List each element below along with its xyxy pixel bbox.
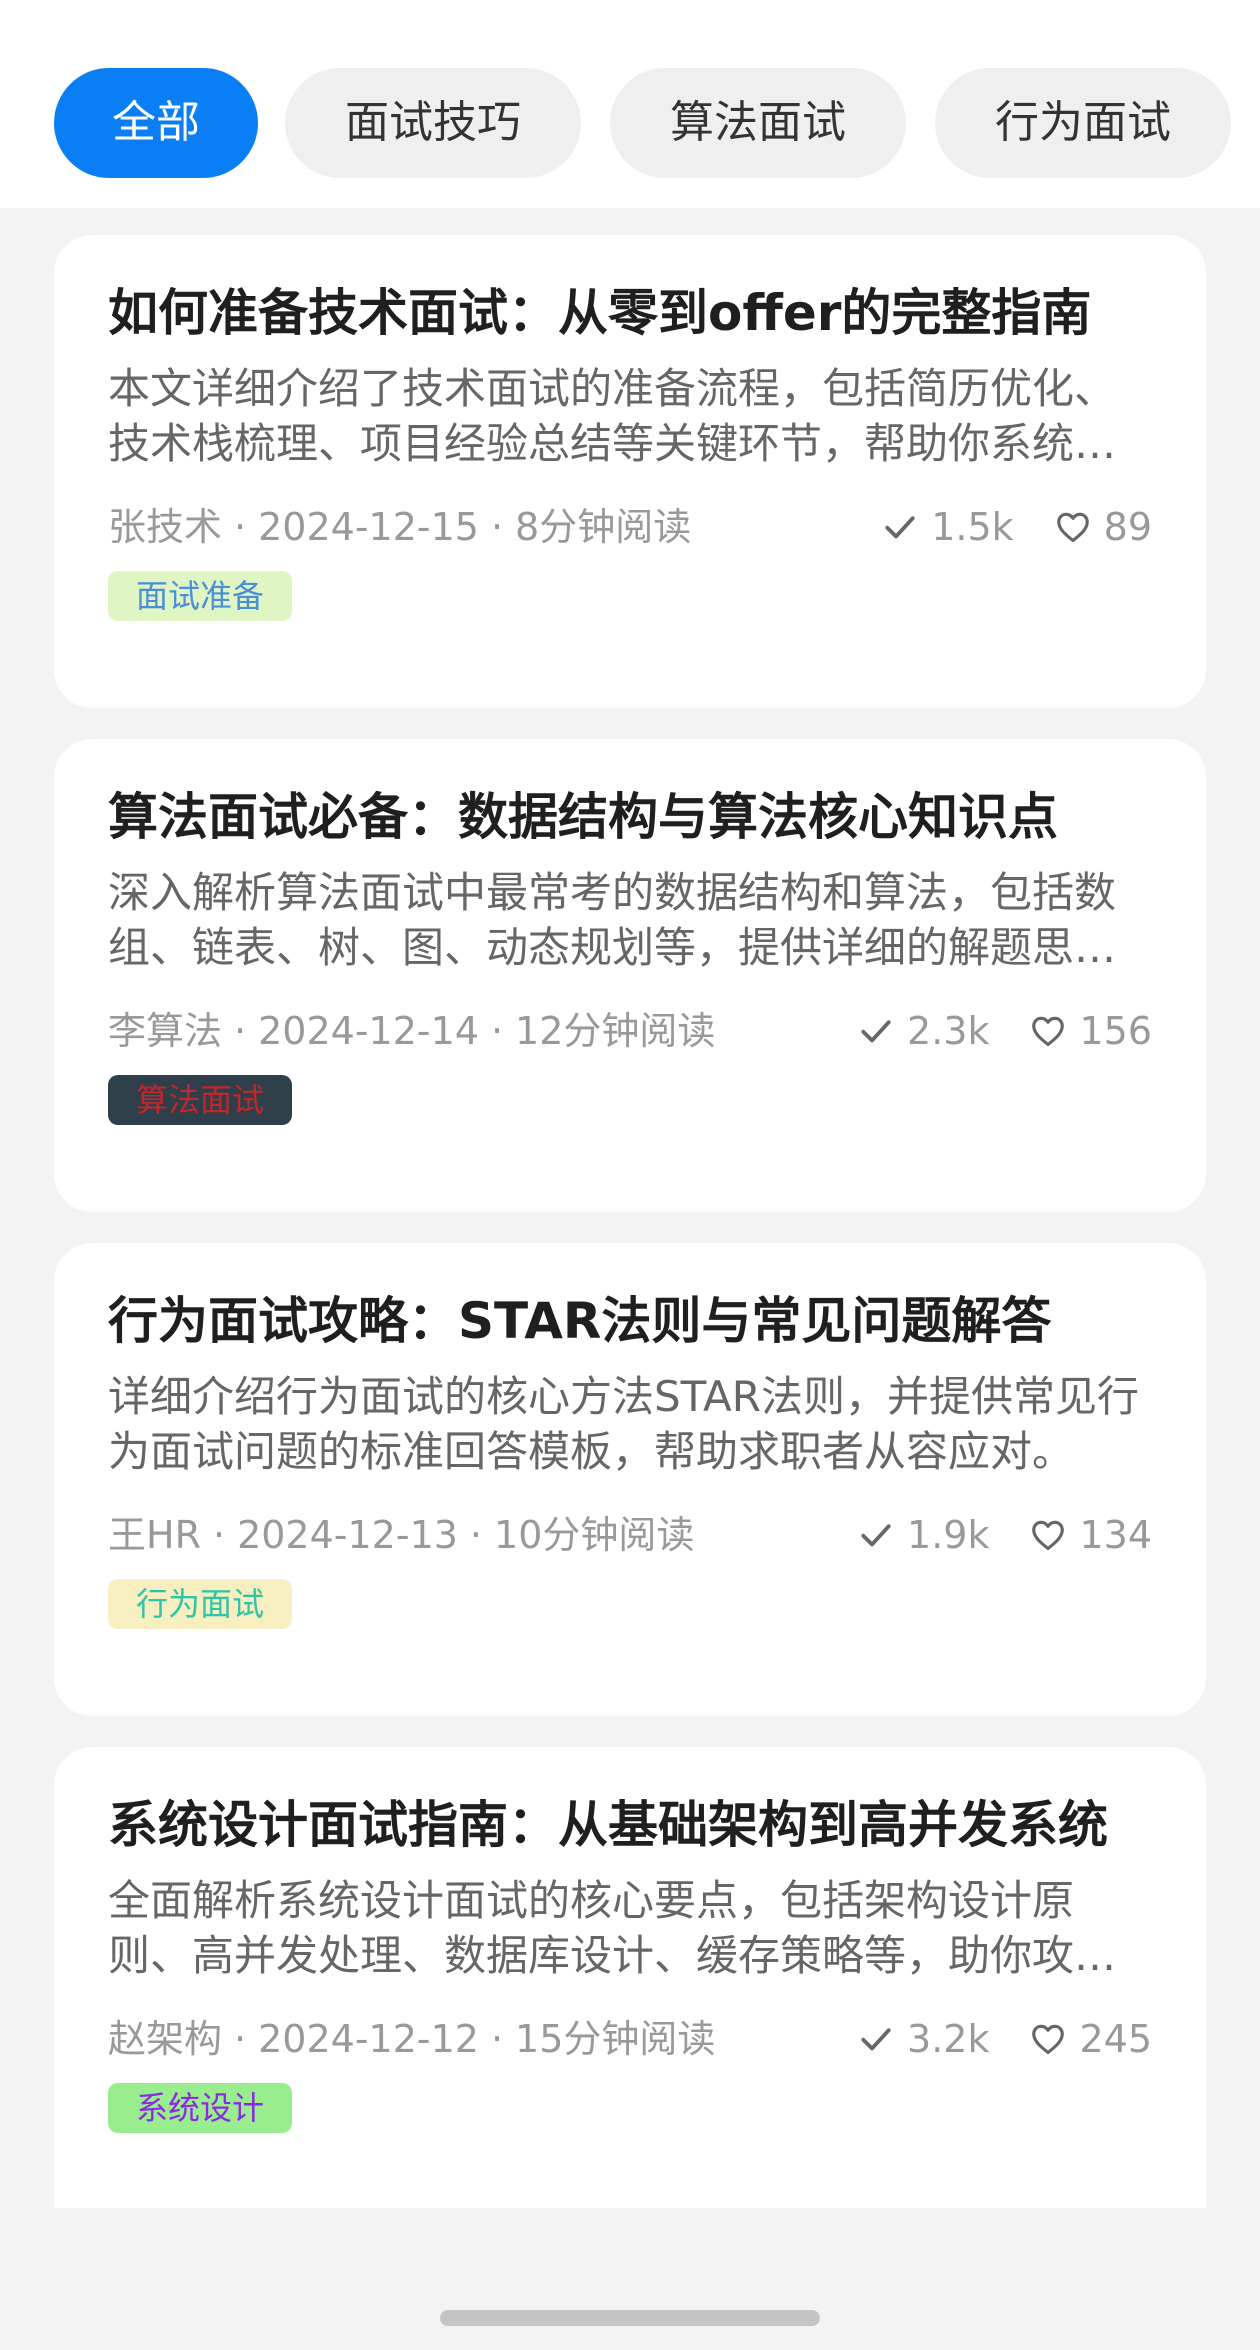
tab-all[interactable]: 全部: [54, 68, 258, 178]
article-date: 2024-12-14: [258, 1009, 479, 1053]
tab-behavioral-interview[interactable]: 行为面试: [935, 68, 1231, 178]
article-card[interactable]: 算法面试必备：数据结构与算法核心知识点 深入解析算法面试中最常考的数据结构和算法…: [54, 739, 1206, 1212]
article-tag[interactable]: 面试准备: [108, 571, 293, 621]
like-button[interactable]: 134: [1029, 1505, 1152, 1565]
view-count: 1.5k: [881, 497, 1014, 557]
article-author: 赵架构: [108, 2017, 223, 2061]
tab-algorithm-interview[interactable]: 算法面试: [610, 68, 906, 178]
check-icon: [885, 516, 915, 539]
check-icon: [861, 1020, 891, 1043]
view-count: 3.2k: [857, 2009, 989, 2069]
article-summary: 本文详细介绍了技术面试的准备流程，包括简历优化、技术栈梳理、项目经验总结等关键环…: [108, 364, 1117, 468]
article-title[interactable]: 行为面试攻略：STAR法则与常见问题解答: [108, 1289, 1152, 1353]
article-title[interactable]: 如何准备技术面试：从零到offer的完整指南: [108, 281, 1152, 345]
article-date: 2024-12-15: [258, 505, 479, 549]
article-read-time: 12分钟阅读: [515, 1009, 716, 1053]
like-button[interactable]: 89: [1054, 497, 1152, 557]
article-meta: 张技术 · 2024-12-15 · 8分钟阅读 1.5k 89: [108, 497, 1152, 557]
article-date: 2024-12-12: [258, 2017, 479, 2061]
article-list[interactable]: 如何准备技术面试：从零到offer的完整指南 本文详细介绍了技术面试的准备流程，…: [0, 208, 1260, 2208]
category-tab-bar: 全部 面试技巧 算法面试 行为面试: [0, 0, 1260, 208]
like-button[interactable]: 156: [1029, 1001, 1152, 1061]
article-card[interactable]: 行为面试攻略：STAR法则与常见问题解答 详细介绍行为面试的核心方法STAR法则…: [54, 1243, 1206, 1716]
article-card[interactable]: 系统设计面试指南：从基础架构到高并发系统 全面解析系统设计面试的核心要点，包括架…: [54, 1747, 1206, 2208]
article-title[interactable]: 算法面试必备：数据结构与算法核心知识点: [108, 785, 1152, 849]
article-read-time: 10分钟阅读: [494, 1513, 695, 1557]
heart-icon: [1032, 2024, 1065, 2055]
article-date: 2024-12-13: [237, 1513, 458, 1557]
article-card[interactable]: 如何准备技术面试：从零到offer的完整指南 本文详细介绍了技术面试的准备流程，…: [54, 235, 1206, 708]
article-summary: 深入解析算法面试中最常考的数据结构和算法，包括数组、链表、树、图、动态规划等，提…: [108, 868, 1117, 972]
article-author: 李算法: [108, 1009, 223, 1053]
article-meta: 李算法 · 2024-12-14 · 12分钟阅读 2.3k 156: [108, 1001, 1152, 1061]
view-count: 2.3k: [857, 1001, 989, 1061]
article-author: 张技术: [108, 505, 223, 549]
heart-icon: [1032, 1016, 1065, 1047]
like-button[interactable]: 245: [1029, 2009, 1152, 2069]
article-title[interactable]: 系统设计面试指南：从基础架构到高并发系统: [108, 1793, 1152, 1857]
heart-icon: [1056, 512, 1089, 543]
article-read-time: 15分钟阅读: [515, 2017, 716, 2061]
article-meta: 王HR · 2024-12-13 · 10分钟阅读 1.9k 134: [108, 1505, 1152, 1565]
article-read-time: 8分钟阅读: [515, 505, 692, 549]
article-meta: 赵架构 · 2024-12-12 · 15分钟阅读 3.2k 245: [108, 2009, 1152, 2069]
home-indicator[interactable]: [440, 2310, 820, 2326]
article-tag[interactable]: 系统设计: [108, 2083, 293, 2133]
check-icon: [861, 1524, 891, 1547]
heart-icon: [1032, 1520, 1065, 1551]
article-author: 王HR: [108, 1513, 201, 1557]
article-summary: 全面解析系统设计面试的核心要点，包括架构设计原则、高并发处理、数据库设计、缓存策…: [108, 1876, 1117, 1980]
view-count: 1.9k: [857, 1505, 989, 1565]
article-tag[interactable]: 行为面试: [108, 1579, 293, 1629]
check-icon: [861, 2028, 891, 2051]
article-summary: 详细介绍行为面试的核心方法STAR法则，并提供常见行为面试问题的标准回答模板，帮…: [108, 1372, 1139, 1476]
tab-interview-tips[interactable]: 面试技巧: [285, 68, 581, 178]
article-tag[interactable]: 算法面试: [108, 1075, 293, 1125]
